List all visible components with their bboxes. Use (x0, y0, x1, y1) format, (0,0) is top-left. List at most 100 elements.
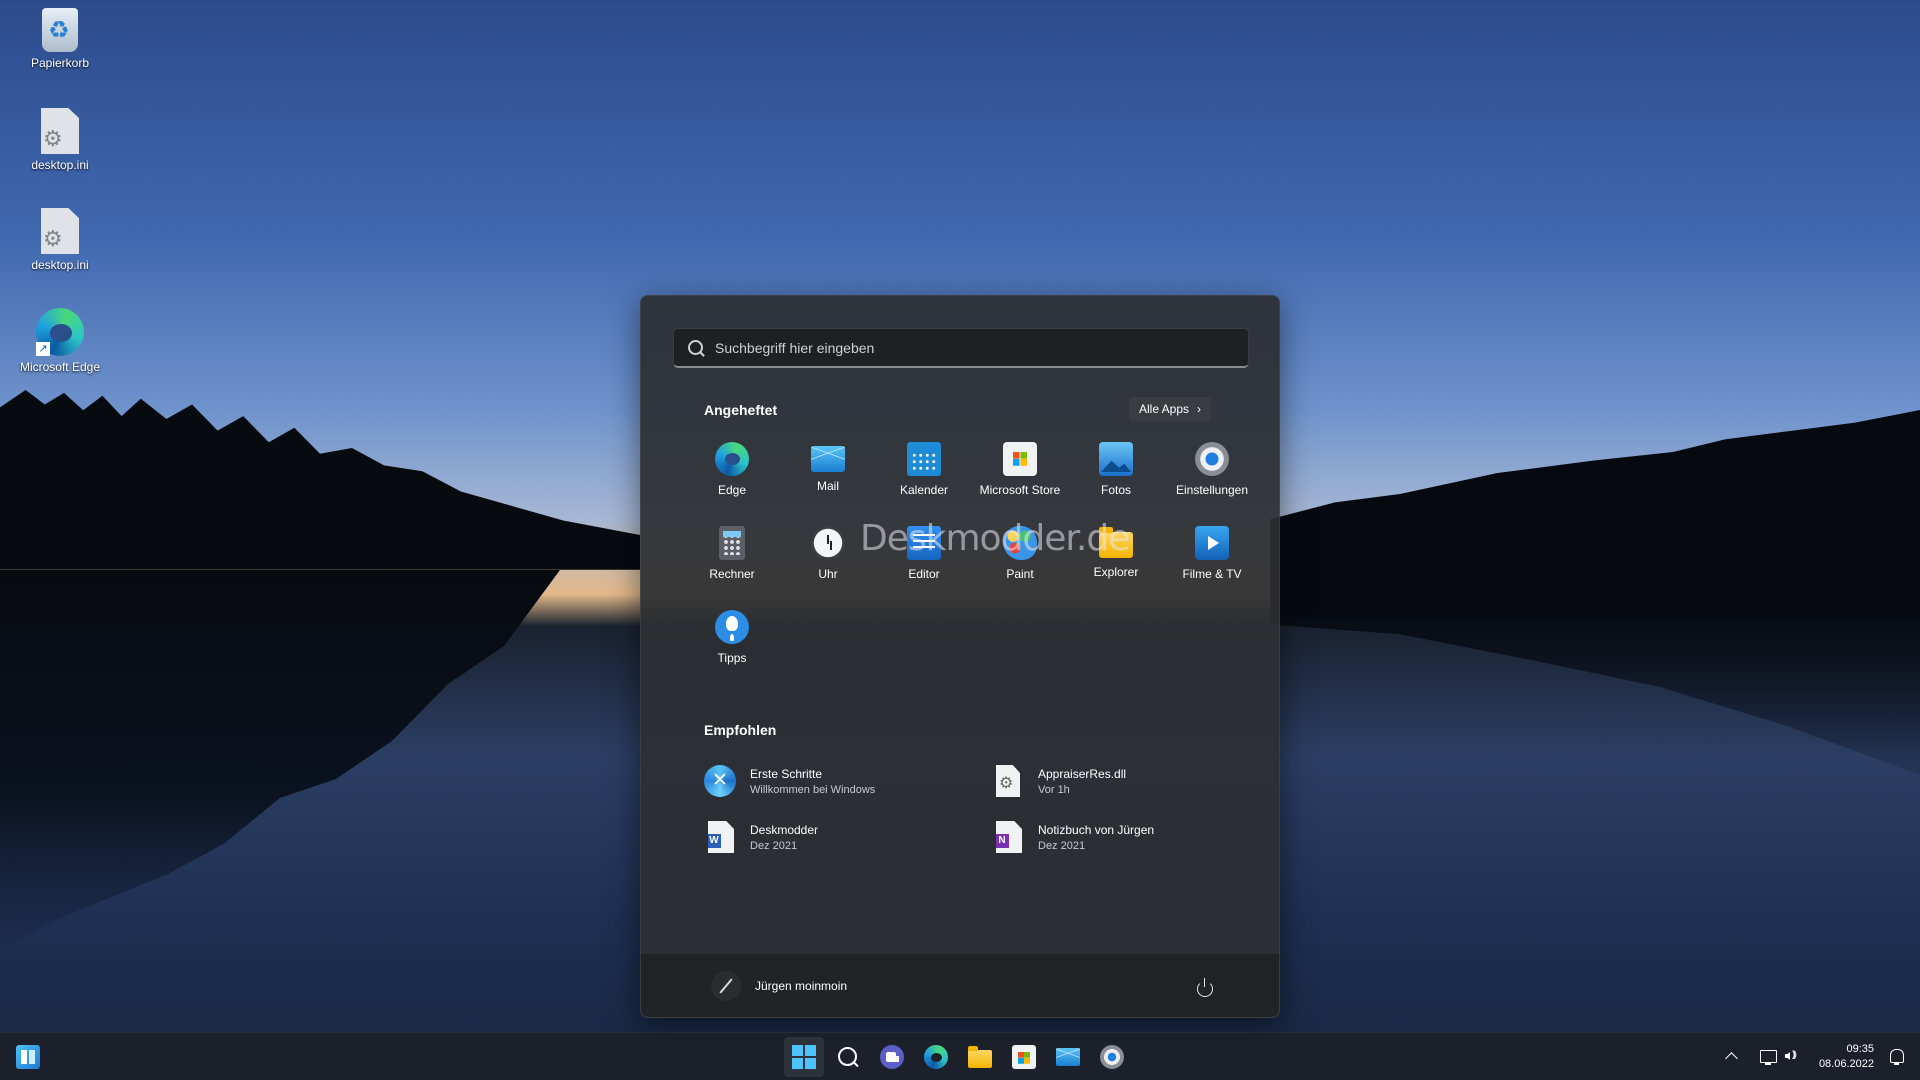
search-icon (836, 1045, 860, 1069)
onenote-icon (996, 821, 1022, 853)
desktop-icon-label: desktop.ini (31, 258, 89, 272)
chat-icon (880, 1045, 904, 1069)
dll-file-icon (996, 765, 1020, 797)
pinned-app-calculator[interactable]: Rechner (684, 518, 780, 602)
avatar (711, 971, 741, 1001)
taskbar-mail-button[interactable] (1048, 1037, 1088, 1077)
pinned-section-title: Angeheftet (704, 402, 778, 418)
desktop-icon-label: desktop.ini (31, 158, 89, 172)
all-apps-label: Alle Apps (1139, 402, 1190, 416)
pinned-app-label: Fotos (1100, 483, 1131, 497)
calendar-icon (907, 442, 941, 476)
recommended-item-notebook[interactable]: Notizbuch von Jürgen Dez 2021 (984, 809, 1236, 865)
start-search-box[interactable] (673, 328, 1249, 368)
taskbar-apps (784, 1037, 1132, 1077)
clock-date: 08.06.2022 (1818, 1058, 1874, 1070)
recommended-item-subtitle: Dez 2021 (750, 839, 798, 852)
wallpaper-land-right (1270, 410, 1920, 620)
desktop-icon-desktop-ini-1[interactable]: desktop.ini (14, 108, 106, 172)
chevron-right-icon: › (1197, 402, 1202, 416)
shortcut-arrow-icon: ↗ (36, 342, 50, 356)
folder-icon (968, 1046, 992, 1068)
pinned-app-label: Explorer (1093, 565, 1139, 579)
recycle-bin-icon (42, 8, 78, 52)
clock-icon (811, 526, 845, 560)
pinned-app-label: Edge (717, 483, 747, 497)
clock-time: 09:35 (1846, 1043, 1874, 1055)
search-icon (688, 340, 703, 355)
pinned-apps-grid: Edge Mail Kalender Microsoft Store Fotos… (684, 434, 1260, 686)
calculator-icon (719, 526, 745, 560)
recommended-item-deskmodder[interactable]: Deskmodder Dez 2021 (696, 809, 984, 865)
photos-icon (1099, 442, 1133, 476)
taskbar: 09:35 08.06.2022 (0, 1032, 1920, 1080)
pinned-app-label: Mail (816, 479, 839, 493)
network-icon[interactable] (1755, 1044, 1781, 1070)
recommended-item-get-started[interactable]: Erste Schritte Willkommen bei Windows (696, 753, 984, 809)
store-icon (1012, 1045, 1036, 1069)
volume-icon[interactable] (1781, 1044, 1807, 1070)
pinned-app-edge[interactable]: Edge (684, 434, 780, 518)
taskbar-search-button[interactable] (828, 1037, 868, 1077)
pinned-app-films-tv[interactable]: Filme & TV (1164, 518, 1260, 602)
taskbar-store-button[interactable] (1004, 1037, 1044, 1077)
recommended-item-title: Deskmodder (750, 822, 819, 837)
store-icon (1003, 442, 1037, 476)
recommended-section-title: Empfohlen (704, 722, 777, 738)
pinned-app-mail[interactable]: Mail (780, 434, 876, 518)
recommended-item-title: Erste Schritte (750, 766, 823, 781)
desktop-icon-recycle-bin[interactable]: Papierkorb (14, 8, 106, 70)
all-apps-button[interactable]: Alle Apps › (1129, 397, 1212, 421)
settings-icon (1195, 442, 1229, 476)
pinned-app-label: Microsoft Store (979, 483, 1061, 497)
settings-icon (1100, 1045, 1124, 1069)
desktop-icon-label: Papierkorb (30, 56, 90, 70)
system-tray: 09:35 08.06.2022 (1719, 1033, 1920, 1080)
taskbar-chat-button[interactable] (872, 1037, 912, 1077)
pinned-app-photos[interactable]: Fotos (1068, 434, 1164, 518)
films-icon (1195, 526, 1229, 560)
pinned-app-tips[interactable]: Tipps (684, 602, 780, 686)
tips-icon (715, 610, 749, 644)
pinned-app-settings[interactable]: Einstellungen (1164, 434, 1260, 518)
get-started-icon (704, 765, 736, 797)
desktop-icon-edge[interactable]: ↗ Microsoft Edge (14, 308, 106, 374)
notification-icon[interactable] (1884, 1044, 1910, 1070)
user-name: Jürgen moinmoin (755, 979, 848, 993)
start-footer: Jürgen moinmoin (641, 953, 1279, 1017)
wallpaper-reflection-right (1270, 615, 1920, 775)
taskbar-edge-button[interactable] (916, 1037, 956, 1077)
pinned-app-label: Tipps (717, 651, 747, 665)
recommended-item-appraiserres[interactable]: AppraiserRes.dll Vor 1h (984, 753, 1236, 809)
pinned-app-label: Kalender (899, 483, 949, 497)
wallpaper-reflection-left (0, 570, 560, 950)
taskbar-settings-button[interactable] (1092, 1037, 1132, 1077)
widgets-icon[interactable] (16, 1045, 40, 1069)
recommended-item-subtitle: Willkommen bei Windows (750, 783, 876, 796)
pinned-app-store[interactable]: Microsoft Store (972, 434, 1068, 518)
desktop-icon-label: Microsoft Edge (19, 360, 101, 374)
show-hidden-icons-chevron-icon[interactable] (1719, 1044, 1745, 1070)
recommended-list: Erste Schritte Willkommen bei Windows App… (696, 753, 1236, 865)
settings-file-icon (41, 108, 79, 154)
pinned-app-label: Uhr (818, 567, 838, 581)
recommended-item-subtitle: Dez 2021 (1038, 839, 1086, 852)
power-button[interactable] (1189, 972, 1219, 1002)
mail-icon (811, 446, 845, 472)
user-account-button[interactable]: Jürgen moinmoin (703, 970, 855, 1002)
recommended-item-title: Notizbuch von Jürgen (1038, 822, 1155, 837)
settings-file-icon (41, 208, 79, 254)
recommended-item-subtitle: Vor 1h (1038, 783, 1070, 796)
pinned-app-label: Editor (908, 567, 940, 581)
mail-icon (1056, 1048, 1080, 1066)
taskbar-start-button[interactable] (784, 1037, 824, 1077)
desktop-icon-desktop-ini-2[interactable]: desktop.ini (14, 208, 106, 272)
pinned-app-calendar[interactable]: Kalender (876, 434, 972, 518)
pinned-app-label: Rechner (709, 567, 755, 581)
edge-icon (924, 1045, 948, 1069)
search-input[interactable] (715, 339, 1215, 356)
taskbar-explorer-button[interactable] (960, 1037, 1000, 1077)
clock-display[interactable]: 09:35 08.06.2022 (1819, 1042, 1874, 1072)
edge-icon: ↗ (36, 308, 84, 356)
watermark: Deskmodder.de (860, 518, 1130, 559)
